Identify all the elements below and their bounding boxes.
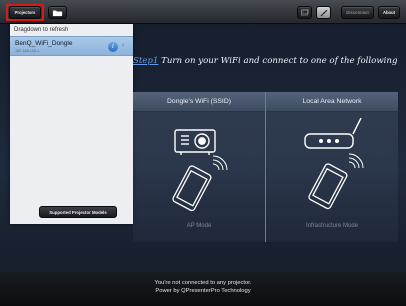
projector-list-panel: Dragdown to refresh BenQ_WiFi_Dongle 192… (10, 24, 133, 224)
projector-icon (174, 129, 216, 155)
chevron-right-icon: › (122, 42, 125, 49)
infrastructure-mode-illustration (304, 118, 364, 210)
info-icon[interactable]: i (108, 42, 118, 52)
infrastructure-mode-label: Infrastructure Mode (305, 223, 359, 229)
folder-button[interactable] (48, 6, 67, 19)
projectors-tab[interactable]: Projectors (9, 6, 41, 19)
connection-options-panel: Dongle's WiFi (SSID) Local Area Network (133, 92, 398, 242)
tablet-icon (172, 165, 212, 212)
folder-icon (52, 9, 63, 16)
local-area-network-header: Local Area Network (266, 92, 398, 112)
status-footer: You're not connected to any projector. P… (0, 272, 406, 306)
window-button[interactable] (297, 6, 312, 19)
credit-text: Power by QPresenterPro Technology (155, 288, 251, 294)
instruction-text: Turn on your WiFi and connect to one of … (158, 56, 398, 66)
disconnect-button[interactable]: Disconnect (341, 6, 374, 19)
top-toolbar: Projectors Disconnect About (0, 0, 406, 24)
connection-status-text: You're not connected to any projector. (154, 280, 252, 286)
instruction-line: Step1 Turn on your WiFi and connect to o… (133, 56, 406, 70)
brush-button[interactable] (316, 6, 331, 19)
column-divider (265, 92, 266, 242)
ap-mode-illustration (172, 129, 228, 212)
pull-to-refresh-hint: Dragdown to refresh (14, 27, 69, 33)
about-button[interactable]: About (378, 6, 400, 19)
wifi-waves-icon (212, 155, 228, 171)
router-icon (304, 118, 362, 149)
supported-models-button[interactable]: Supported Projector Models (39, 206, 117, 218)
window-icon (300, 9, 309, 16)
device-row[interactable]: BenQ_WiFi_Dongle 192.168.168.1 i › (10, 36, 133, 56)
step-label: Step1 (133, 56, 159, 66)
wifi-waves-icon (348, 153, 364, 169)
brush-icon (320, 9, 327, 16)
device-name: BenQ_WiFi_Dongle (15, 40, 73, 47)
device-ip: 192.168.168.1 (15, 49, 40, 53)
ap-mode-label: AP Mode (186, 223, 212, 229)
dongle-wifi-header: Dongle's WiFi (SSID) (133, 92, 265, 112)
tablet-icon (308, 163, 348, 210)
